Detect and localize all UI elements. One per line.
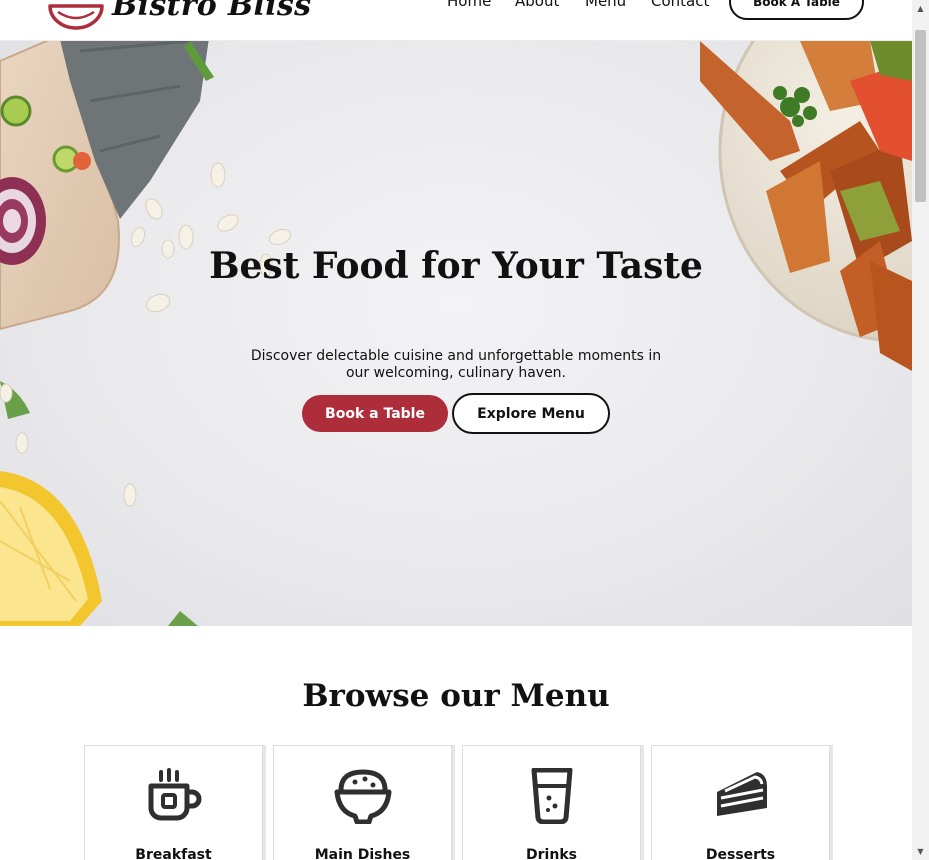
book-a-table-nav-button[interactable]: Book A Table	[729, 0, 864, 20]
menu-section-title: Browse our Menu	[302, 678, 610, 714]
scroll-up-arrow-icon[interactable]: ▲	[912, 0, 929, 17]
explore-menu-button[interactable]: Explore Menu	[452, 393, 610, 434]
coffee-cup-icon	[144, 768, 204, 824]
nav-home-link[interactable]: Home	[447, 0, 491, 10]
site-header: Bistro Bliss Home About Menu Contact Boo…	[0, 0, 912, 41]
menu-card-breakfast[interactable]: Breakfast	[84, 745, 263, 860]
hero-subtitle: Discover delectable cuisine and unforget…	[250, 348, 662, 381]
brand-logo-text[interactable]: Bistro Bliss	[112, 0, 311, 23]
menu-card-desserts[interactable]: Desserts	[651, 745, 830, 860]
rice-bowl-icon	[333, 768, 393, 825]
cake-slice-icon	[711, 768, 771, 824]
menu-card-label: Desserts	[705, 847, 776, 860]
hero-title: Best Food for Your Taste	[209, 245, 703, 287]
page-scrollbar[interactable]: ▲ ▼	[912, 0, 929, 860]
scroll-down-arrow-icon[interactable]: ▼	[912, 843, 929, 860]
nav-menu-link[interactable]: Menu	[585, 0, 626, 10]
scrollbar-thumb[interactable]	[915, 30, 926, 202]
nav-about-link[interactable]: About	[515, 0, 559, 10]
menu-card-label: Main Dishes	[314, 847, 411, 860]
menu-card-label: Breakfast	[135, 847, 212, 860]
menu-card-label: Drinks	[526, 847, 577, 860]
hero-background-image	[0, 41, 912, 626]
menu-card-drinks[interactable]: Drinks	[462, 745, 641, 860]
hero-section: Best Food for Your Taste Discover delect…	[0, 41, 912, 626]
glass-icon	[522, 767, 582, 825]
bowl-icon[interactable]	[46, 0, 106, 30]
menu-card-main-dishes[interactable]: Main Dishes	[273, 745, 452, 860]
nav-contact-link[interactable]: Contact	[651, 0, 709, 10]
book-a-table-button[interactable]: Book a Table	[302, 395, 448, 432]
